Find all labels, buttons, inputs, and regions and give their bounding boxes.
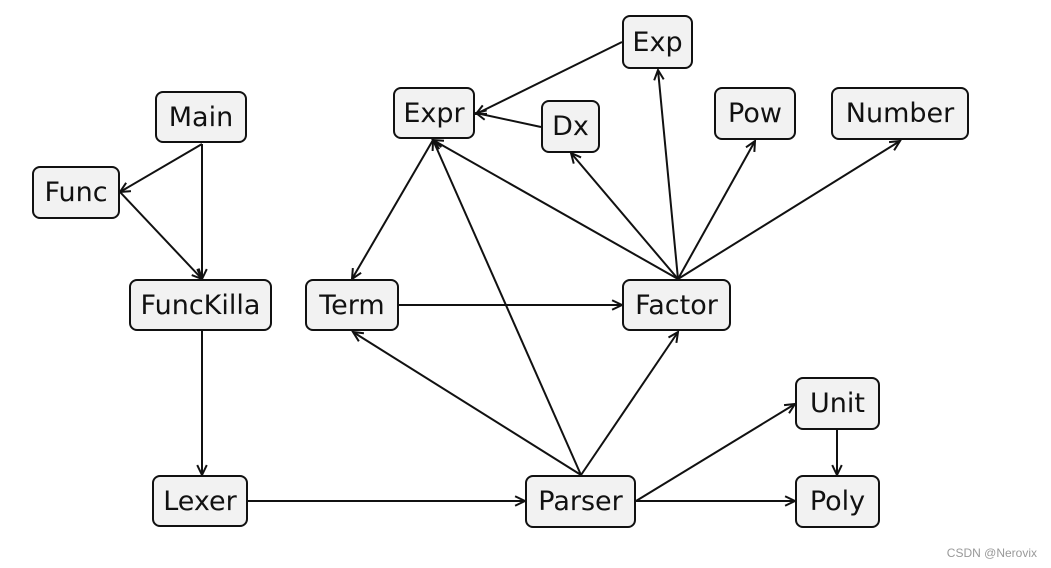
edge-line <box>475 112 542 128</box>
edge-parser-to-factor <box>580 330 680 476</box>
edge-parser-to-unit <box>635 402 797 502</box>
edge-line <box>119 191 203 280</box>
node-number: Number <box>831 87 969 140</box>
node-lexer: Lexer <box>152 475 248 527</box>
node-pow: Pow <box>714 87 796 140</box>
node-exp: Exp <box>622 15 693 69</box>
edge-factor-to-exp <box>653 67 679 280</box>
edge-line <box>635 403 796 502</box>
edge-line <box>657 69 679 280</box>
edge-line <box>570 152 679 280</box>
edge-factor-to-pow <box>677 138 757 280</box>
edge-main-to-func <box>118 143 203 194</box>
edge-parser-to-expr <box>431 137 582 476</box>
edge-line <box>432 139 679 280</box>
edge-line <box>119 143 203 193</box>
node-term: Term <box>305 279 399 331</box>
edge-line <box>352 331 582 476</box>
edge-lexer-to-parser <box>248 495 528 507</box>
node-parser: Parser <box>525 475 636 528</box>
watermark: CSDN @Nerovix <box>946 546 1037 560</box>
node-factor: Factor <box>622 279 731 331</box>
edge-funckilla-to-lexer <box>196 331 208 478</box>
edge-func-to-funckilla <box>119 191 204 281</box>
edge-line <box>351 139 434 280</box>
node-main: Main <box>155 91 247 143</box>
edge-factor-to-number <box>677 139 902 280</box>
edge-line <box>677 140 756 280</box>
edge-expr-to-term <box>350 139 434 281</box>
node-funckilla: FuncKilla <box>129 279 272 331</box>
edge-line <box>432 139 582 476</box>
node-dx: Dx <box>541 100 600 153</box>
edge-term-to-factor <box>399 299 625 311</box>
node-poly: Poly <box>795 475 880 528</box>
edge-main-to-funckilla <box>196 144 208 282</box>
node-expr: Expr <box>393 87 475 139</box>
node-func: Func <box>32 166 120 219</box>
node-unit: Unit <box>795 377 880 430</box>
edge-unit-to-poly <box>831 430 843 478</box>
edge-factor-to-dx <box>569 151 679 280</box>
edge-dx-to-expr <box>473 109 542 128</box>
edge-factor-to-expr <box>431 138 679 280</box>
edge-parser-to-poly <box>636 495 798 507</box>
edge-line <box>580 331 679 476</box>
edge-parser-to-term <box>351 330 582 476</box>
edge-line <box>677 140 901 280</box>
